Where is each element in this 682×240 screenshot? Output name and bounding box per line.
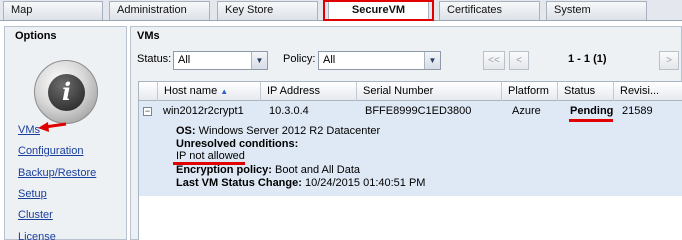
- nav-setup[interactable]: Setup: [18, 188, 47, 200]
- status-underline-annotation: [569, 119, 613, 122]
- detail-last-change-value: 10/24/2015 01:40:51 PM: [304, 177, 426, 189]
- nav-backup-restore[interactable]: Backup/Restore: [18, 167, 96, 179]
- chevron-down-icon: ▼: [251, 52, 267, 69]
- vms-panel: VMs Status: All ▼ Policy: All ▼ << < 1 -…: [130, 26, 682, 240]
- col-serial-number[interactable]: Serial Number: [356, 82, 501, 101]
- expander-column-header: [139, 82, 157, 101]
- tab-map[interactable]: Map: [3, 1, 103, 20]
- sort-ascending-icon: ▲: [220, 87, 229, 96]
- securevm-highlight-box: [323, 0, 434, 21]
- red-arrow-annotation: [38, 122, 67, 132]
- nav-configuration[interactable]: Configuration: [18, 145, 83, 157]
- next-page-button[interactable]: >: [659, 51, 679, 70]
- info-icon: i: [34, 60, 98, 124]
- nav-cluster[interactable]: Cluster: [18, 209, 53, 221]
- row-host-name: win2012r2crypt1: [163, 105, 244, 117]
- col-host-name-label: Host name: [164, 85, 218, 97]
- vms-grid: Host name ▲ IP Address Serial Number Plat…: [138, 81, 682, 240]
- first-page-button[interactable]: <<: [483, 51, 505, 70]
- detail-last-change-label: Last VM Status Change:: [176, 177, 302, 189]
- col-ip-address[interactable]: IP Address: [260, 82, 356, 101]
- tab-certificates[interactable]: Certificates: [439, 1, 540, 20]
- tab-system[interactable]: System: [546, 1, 647, 20]
- policy-filter-label: Policy:: [283, 53, 316, 65]
- nav-license[interactable]: License: [18, 231, 56, 240]
- col-platform[interactable]: Platform: [501, 82, 557, 101]
- detail-policy-value: Boot and All Data: [275, 164, 361, 176]
- row-serial-number: BFFE8999C1ED3800: [365, 105, 472, 117]
- col-status[interactable]: Status: [557, 82, 613, 101]
- tab-administration[interactable]: Administration: [109, 1, 210, 20]
- status-filter-value: All: [178, 54, 191, 66]
- col-host-name[interactable]: Host name ▲: [157, 82, 260, 101]
- policy-filter-select[interactable]: All ▼: [318, 51, 441, 70]
- status-filter-select[interactable]: All ▼: [173, 51, 268, 70]
- row-revision: 21589: [622, 105, 653, 117]
- row-ip-address: 10.3.0.4: [269, 105, 309, 117]
- detail-unresolved: Unresolved conditions:: [176, 138, 298, 150]
- detail-policy-label: Encryption policy:: [176, 164, 272, 176]
- detail-unresolved-value: IP not allowed: [176, 150, 245, 162]
- prev-page-button[interactable]: <: [509, 51, 529, 70]
- options-title: Options: [15, 30, 57, 42]
- detail-unresolved-label: Unresolved conditions:: [176, 138, 299, 150]
- row-platform: Azure: [512, 105, 541, 117]
- detail-encryption-policy: Encryption policy: Boot and All Data: [176, 164, 360, 176]
- table-row[interactable]: − win2012r2crypt1 10.3.0.4 BFFE8999C1ED3…: [139, 101, 682, 196]
- collapse-icon[interactable]: −: [143, 107, 152, 116]
- detail-os-label: OS:: [176, 125, 196, 137]
- detail-os-value: Windows Server 2012 R2 Datacenter: [198, 125, 381, 137]
- detail-last-change: Last VM Status Change: 10/24/2015 01:40:…: [176, 177, 425, 189]
- tab-key-store[interactable]: Key Store: [217, 1, 318, 20]
- vms-title: VMs: [137, 30, 160, 42]
- chevron-down-icon: ▼: [424, 52, 440, 69]
- pagination-info: 1 - 1 (1): [568, 53, 607, 65]
- grid-header: Host name ▲ IP Address Serial Number Plat…: [139, 82, 682, 101]
- status-filter-label: Status:: [137, 53, 172, 65]
- info-glyph: i: [48, 74, 85, 111]
- row-status: Pending: [570, 105, 614, 117]
- policy-filter-value: All: [323, 54, 336, 66]
- detail-os: OS: Windows Server 2012 R2 Datacenter: [176, 125, 380, 137]
- col-revision[interactable]: Revisi...: [613, 82, 682, 101]
